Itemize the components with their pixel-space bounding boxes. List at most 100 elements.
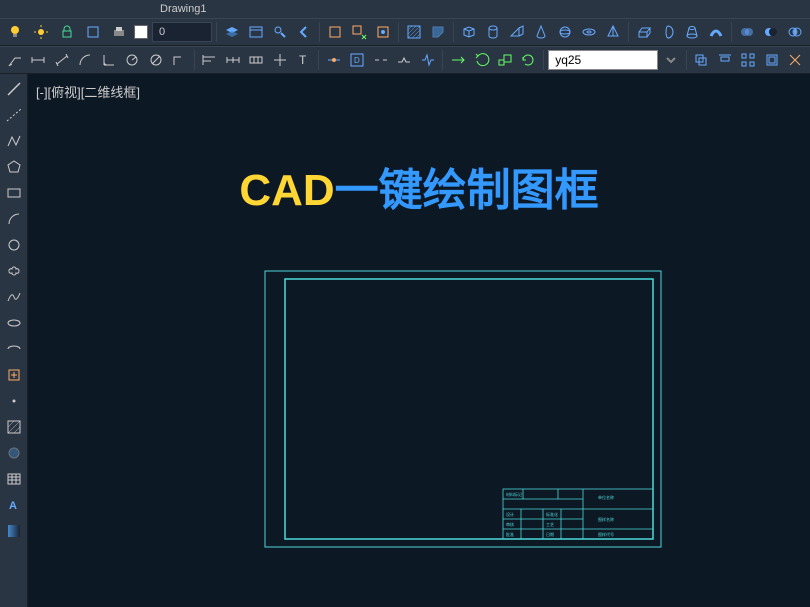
tb-header1: 材料标记	[506, 491, 522, 497]
offset-icon[interactable]	[761, 49, 782, 71]
tb-r1c2: 标准化	[546, 511, 558, 517]
revcloud-icon[interactable]	[3, 260, 25, 282]
intersect-icon[interactable]	[784, 21, 806, 43]
refresh-icon[interactable]	[518, 49, 539, 71]
headline-overlay: CAD一键绘制图框	[239, 154, 598, 218]
tb-r3c2: 日期	[546, 531, 554, 537]
drawing-frame: 材料标记 单位名称 图样名称 图样代号 设计 标准化 审核 工艺 批准 日期	[263, 269, 663, 549]
rectangle-icon[interactable]	[3, 182, 25, 204]
headline-yellow: CAD	[239, 166, 334, 215]
ellipse-icon[interactable]	[3, 312, 25, 334]
break-dim-icon[interactable]	[370, 49, 391, 71]
box-3d-icon[interactable]	[458, 21, 480, 43]
block-edit-icon[interactable]	[372, 21, 394, 43]
torus-icon[interactable]	[578, 21, 600, 43]
layer-controls	[4, 21, 212, 43]
text-icon[interactable]: T	[293, 49, 314, 71]
svg-text:D: D	[354, 56, 360, 65]
mtext-icon[interactable]: A	[3, 494, 25, 516]
tb-r2c1: 审核	[506, 521, 514, 527]
circle-icon[interactable]	[3, 234, 25, 256]
layers-icon[interactable]	[221, 21, 243, 43]
layer-previous-icon[interactable]	[293, 21, 315, 43]
document-tab[interactable]: Drawing1	[160, 3, 206, 15]
scale-arrow-icon[interactable]	[494, 49, 515, 71]
tb-r3c1: 批准	[506, 531, 514, 537]
dim-linear-icon[interactable]	[27, 49, 48, 71]
main-area: A [-][俯视][二维线框] CAD一键绘制图框	[0, 74, 810, 607]
hatch-side-icon[interactable]	[3, 416, 25, 438]
region-side-icon[interactable]	[3, 442, 25, 464]
dim-arc-icon[interactable]	[74, 49, 95, 71]
sweep-icon[interactable]	[705, 21, 727, 43]
sphere-icon[interactable]	[554, 21, 576, 43]
tb-r2c2: 工艺	[546, 522, 554, 527]
rotate-arrow-icon[interactable]	[471, 49, 492, 71]
divider	[628, 22, 629, 42]
array-icon[interactable]	[738, 49, 759, 71]
block-icon[interactable]	[324, 21, 346, 43]
polyline-icon[interactable]	[3, 130, 25, 152]
wedge-icon[interactable]	[506, 21, 528, 43]
gradient-icon[interactable]	[3, 520, 25, 542]
divider	[194, 50, 195, 70]
tb-r1c1: 设计	[506, 511, 514, 517]
dim-ordinate-icon[interactable]	[168, 49, 189, 71]
revolve-icon[interactable]	[657, 21, 679, 43]
dim-baseline-icon[interactable]	[199, 49, 220, 71]
center-mark-icon[interactable]	[269, 49, 290, 71]
insert-block-icon[interactable]	[3, 364, 25, 386]
dim-aligned-icon[interactable]	[51, 49, 72, 71]
divider	[453, 22, 454, 42]
drawing-canvas[interactable]: [-][俯视][二维线框] CAD一键绘制图框	[28, 74, 810, 607]
pyramid-icon[interactable]	[602, 21, 624, 43]
line-icon[interactable]	[3, 78, 25, 100]
dim-radius-icon[interactable]	[121, 49, 142, 71]
edit-dim-icon[interactable]	[323, 49, 344, 71]
jog-icon[interactable]	[393, 49, 414, 71]
dim-angular-icon[interactable]	[98, 49, 119, 71]
hatch-icon[interactable]	[403, 21, 425, 43]
crop-icon[interactable]	[82, 21, 104, 43]
command-input[interactable]	[548, 50, 658, 70]
loft-icon[interactable]	[681, 21, 703, 43]
divider	[731, 22, 732, 42]
layer-name-input[interactable]	[152, 22, 212, 42]
move-arrow-icon[interactable]	[447, 49, 468, 71]
arc-icon[interactable]	[3, 208, 25, 230]
toolbar-row-2: T D	[0, 46, 810, 74]
lock-icon[interactable]	[56, 21, 78, 43]
construction-line-icon[interactable]	[3, 104, 25, 126]
dim-continue-icon[interactable]	[222, 49, 243, 71]
pulse-icon[interactable]	[417, 49, 438, 71]
spline-icon[interactable]	[3, 286, 25, 308]
leader-icon[interactable]	[4, 49, 25, 71]
cone-icon[interactable]	[530, 21, 552, 43]
divider	[318, 50, 319, 70]
divider	[543, 50, 544, 70]
region-icon[interactable]	[427, 21, 449, 43]
polygon-icon[interactable]	[3, 156, 25, 178]
view-label[interactable]: [-][俯视][二维线框]	[36, 82, 140, 101]
layer-color-swatch[interactable]	[134, 25, 148, 39]
lightbulb-on-icon[interactable]	[4, 21, 26, 43]
sun-icon[interactable]	[30, 21, 52, 43]
block-insert-icon[interactable]	[348, 21, 370, 43]
table-icon[interactable]	[3, 468, 25, 490]
chevron-down-icon[interactable]	[660, 49, 681, 71]
point-icon[interactable]	[3, 390, 25, 412]
dim-diameter-icon[interactable]	[145, 49, 166, 71]
subtract-icon[interactable]	[760, 21, 782, 43]
print-icon[interactable]	[108, 21, 130, 43]
layer-match-icon[interactable]	[269, 21, 291, 43]
cylinder-icon[interactable]	[482, 21, 504, 43]
ellipse-arc-icon[interactable]	[3, 338, 25, 360]
explode-icon[interactable]	[785, 49, 806, 71]
dim-style-icon[interactable]: D	[347, 49, 368, 71]
extrude-icon[interactable]	[633, 21, 655, 43]
copy-icon[interactable]	[691, 49, 712, 71]
tolerance-icon[interactable]	[246, 49, 267, 71]
layer-state-icon[interactable]	[245, 21, 267, 43]
align-icon[interactable]	[714, 49, 735, 71]
union-icon[interactable]	[736, 21, 758, 43]
